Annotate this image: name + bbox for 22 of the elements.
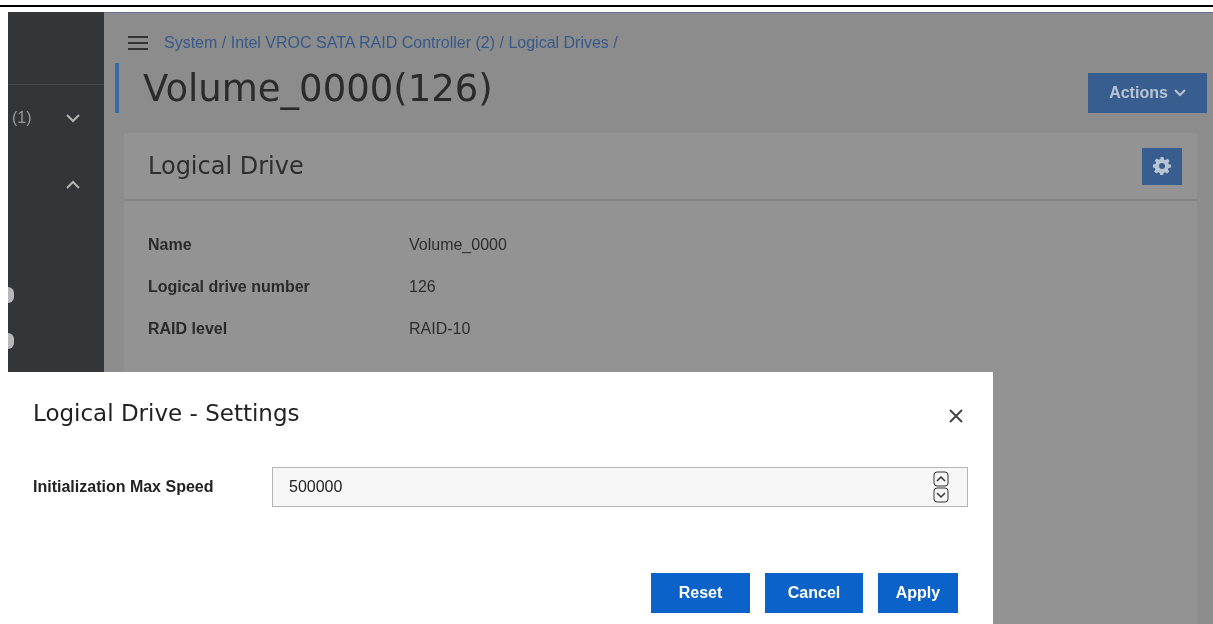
dialog-button[interactable]: Apply [878, 572, 958, 613]
spinner-icon[interactable] [933, 470, 949, 503]
menu-icon[interactable] [128, 35, 150, 51]
property-value: 126 [409, 276, 436, 297]
gear-icon [1153, 157, 1171, 175]
chevron-down-icon [1173, 89, 1186, 97]
property-value: RAID-10 [409, 318, 471, 339]
dialog-title: Logical Drive - Settings [33, 399, 300, 428]
close-icon[interactable] [949, 409, 963, 424]
property-label: Name [148, 234, 193, 255]
property-label: RAID level [148, 318, 229, 339]
sidebar-item-label[interactable]: (1) [12, 106, 32, 130]
settings-button[interactable] [1142, 147, 1182, 185]
dialog-button[interactable]: Reset [651, 572, 750, 613]
actions-button[interactable]: Actions [1088, 73, 1207, 113]
card-title: Logical Drive [148, 151, 304, 182]
property-label: Logical drive number [148, 276, 311, 297]
field-label: Initialization Max Speed [33, 476, 215, 497]
property-value: Volume_0000 [409, 234, 507, 255]
chevron-icon[interactable] [66, 179, 80, 189]
dialog-button[interactable]: Cancel [765, 572, 863, 613]
chevron-icon[interactable] [66, 113, 80, 123]
